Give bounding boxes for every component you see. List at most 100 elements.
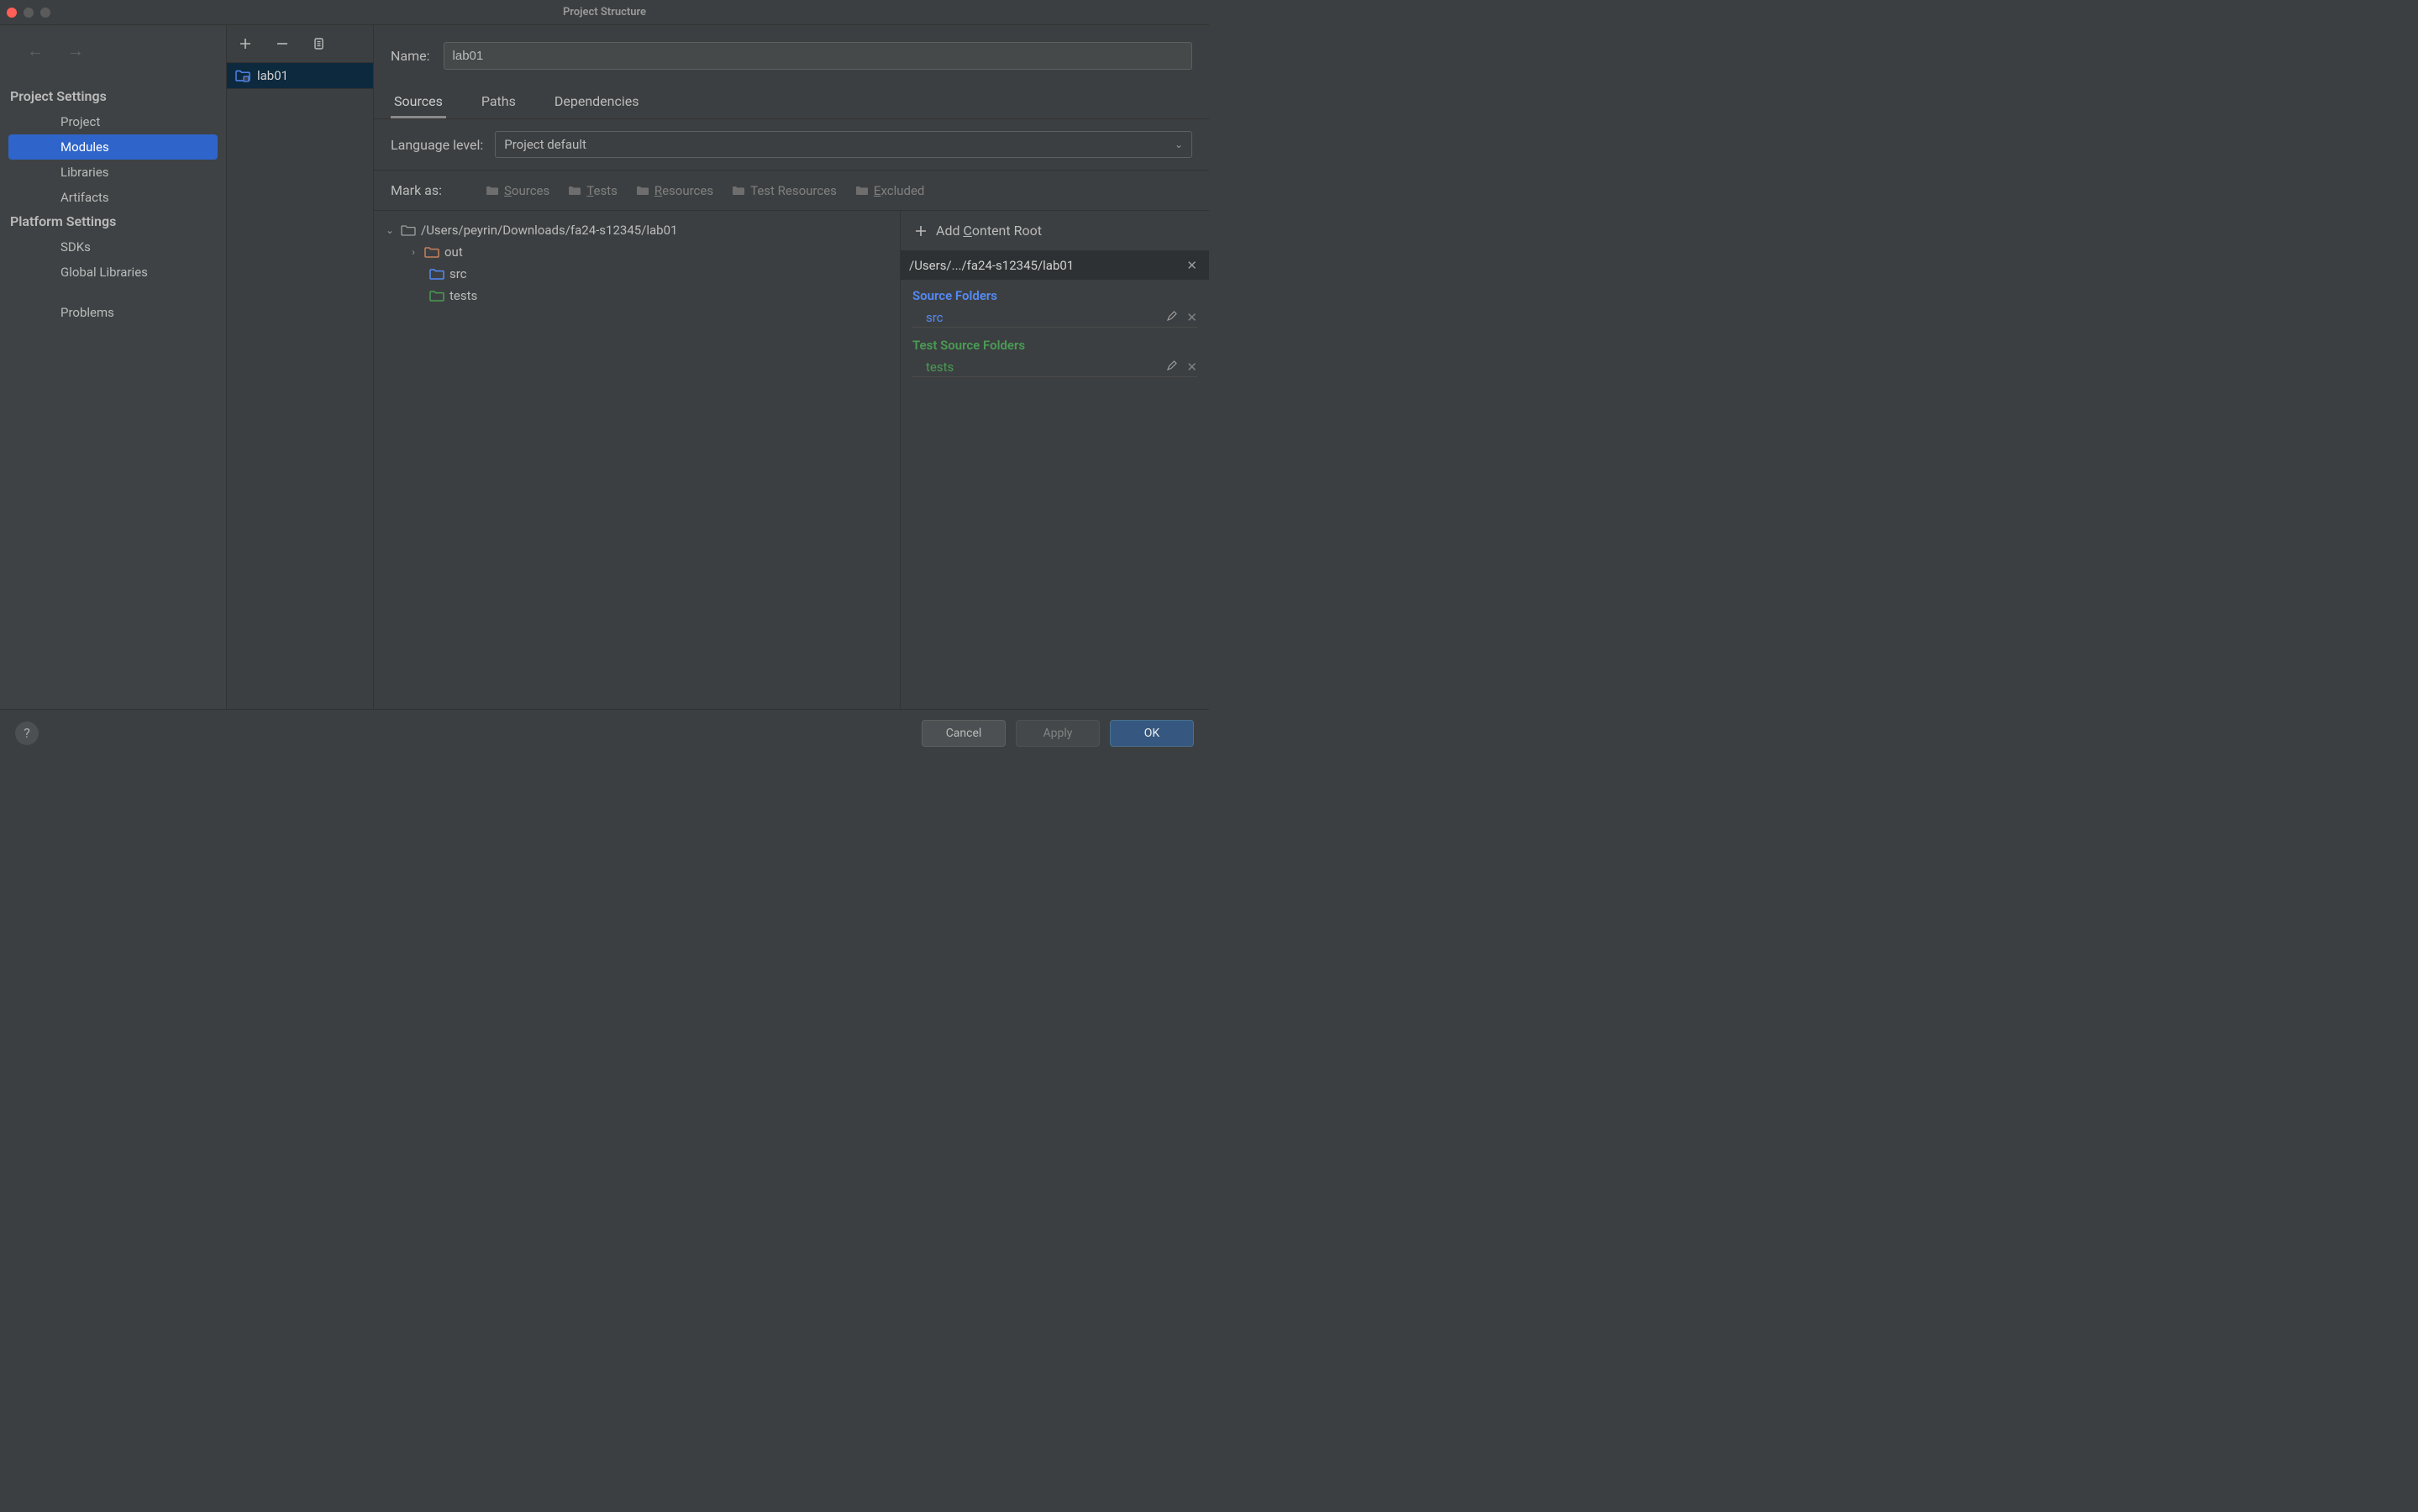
remove-content-root-icon[interactable]: ✕ xyxy=(1183,258,1201,273)
modules-toolbar xyxy=(227,25,373,63)
language-level-value: Project default xyxy=(504,137,586,152)
test-folder-name: tests xyxy=(912,360,954,375)
sidebar-item-libraries[interactable]: Libraries xyxy=(0,160,226,185)
window-controls xyxy=(7,8,50,18)
settings-sidebar: ← → Project Settings Project Modules Lib… xyxy=(0,25,227,709)
folder-icon xyxy=(486,186,499,196)
zoom-window-button[interactable] xyxy=(40,8,50,18)
mark-as-label: Mark as: xyxy=(391,182,442,198)
mark-tests-label: Tests xyxy=(586,183,618,198)
detail-header: Name: Sources Paths Dependencies xyxy=(374,25,1209,119)
mark-excluded-label: Excluded xyxy=(874,183,924,198)
folder-icon xyxy=(429,290,444,302)
mark-resources-label: Resources xyxy=(654,183,713,198)
module-detail-panel: Name: Sources Paths Dependencies Languag… xyxy=(374,25,1209,709)
close-window-button[interactable] xyxy=(7,8,17,18)
tree-item-label: src xyxy=(449,266,467,281)
mark-excluded-button[interactable]: Excluded xyxy=(855,183,924,198)
source-tree-panel: ⌄ /Users/peyrin/Downloads/fa24-s12345/la… xyxy=(374,211,901,709)
module-item-lab01[interactable]: lab01 xyxy=(227,63,373,89)
content-root-path-label: /Users/.../fa24-s12345/lab01 xyxy=(909,258,1074,273)
source-folders-heading: Source Folders xyxy=(912,288,1197,303)
dialog-actions: Cancel Apply OK xyxy=(922,720,1194,747)
module-item-label: lab01 xyxy=(257,68,288,83)
folder-icon xyxy=(855,186,869,196)
remove-folder-icon[interactable]: ✕ xyxy=(1186,310,1197,325)
sidebar-item-project[interactable]: Project xyxy=(0,109,226,134)
tree-collapse-icon[interactable]: ⌄ xyxy=(384,224,396,236)
mark-sources-label: Sources xyxy=(504,183,549,198)
tree-expand-icon[interactable]: › xyxy=(407,246,419,258)
tab-sources[interactable]: Sources xyxy=(391,87,446,118)
apply-button[interactable]: Apply xyxy=(1016,720,1100,747)
mark-test-resources-label: Test Resources xyxy=(750,183,837,198)
language-level-select[interactable]: Project default ⌄ xyxy=(495,131,1192,158)
platform-settings-heading: Platform Settings xyxy=(0,210,226,234)
source-folders-section: Source Folders src ✕ xyxy=(901,280,1209,329)
tree-item-tests[interactable]: tests xyxy=(384,285,890,307)
mark-tests-button[interactable]: Tests xyxy=(568,183,618,198)
titlebar: Project Structure xyxy=(0,0,1209,25)
sidebar-item-modules[interactable]: Modules xyxy=(8,134,218,160)
remove-folder-icon[interactable]: ✕ xyxy=(1186,360,1197,375)
remove-module-icon[interactable] xyxy=(276,37,289,50)
source-folder-name: src xyxy=(912,310,944,325)
modules-list-panel: lab01 xyxy=(227,25,374,709)
forward-arrow-icon[interactable]: → xyxy=(67,40,84,61)
edit-icon[interactable] xyxy=(1166,310,1178,325)
tree-root-row[interactable]: ⌄ /Users/peyrin/Downloads/fa24-s12345/la… xyxy=(384,219,890,241)
sidebar-item-artifacts[interactable]: Artifacts xyxy=(0,185,226,210)
ok-button[interactable]: OK xyxy=(1110,720,1194,747)
test-folders-heading: Test Source Folders xyxy=(912,338,1197,353)
plus-icon xyxy=(914,224,928,238)
sidebar-item-problems[interactable]: Problems xyxy=(0,300,226,325)
source-folder-row[interactable]: src ✕ xyxy=(912,308,1197,328)
help-button[interactable]: ? xyxy=(15,722,39,745)
add-content-root-button[interactable]: Add Content Root xyxy=(901,211,1209,251)
minimize-window-button[interactable] xyxy=(24,8,34,18)
name-input[interactable] xyxy=(444,42,1192,70)
mark-test-resources-button[interactable]: Test Resources xyxy=(732,183,837,198)
sidebar-item-sdks[interactable]: SDKs xyxy=(0,234,226,260)
tree-item-label: tests xyxy=(449,288,477,303)
folder-icon xyxy=(636,186,649,196)
tree-item-label: out xyxy=(444,244,463,260)
chevron-down-icon: ⌄ xyxy=(1175,139,1183,150)
dialog-button-bar: ? Cancel Apply OK xyxy=(0,709,1209,756)
edit-icon[interactable] xyxy=(1166,360,1178,375)
language-level-label: Language level: xyxy=(391,137,483,153)
project-structure-dialog: Project Structure ← → Project Settings P… xyxy=(0,0,1209,756)
sidebar-item-global-libraries[interactable]: Global Libraries xyxy=(0,260,226,285)
mark-sources-button[interactable]: Sources xyxy=(486,183,549,198)
mark-resources-button[interactable]: Resources xyxy=(636,183,713,198)
back-arrow-icon[interactable]: ← xyxy=(27,40,44,61)
test-folders-section: Test Source Folders tests ✕ xyxy=(901,329,1209,379)
content-root-panel: Add Content Root /Users/.../fa24-s12345/… xyxy=(901,211,1209,709)
folder-icon xyxy=(732,186,745,196)
folder-icon xyxy=(401,224,416,236)
language-level-row: Language level: Project default ⌄ xyxy=(374,119,1209,171)
lower-split: ⌄ /Users/peyrin/Downloads/fa24-s12345/la… xyxy=(374,211,1209,709)
folder-row-actions: ✕ xyxy=(1166,360,1197,375)
folder-icon xyxy=(429,268,444,280)
add-content-root-label: Add Content Root xyxy=(936,223,1042,239)
content-area: ← → Project Settings Project Modules Lib… xyxy=(0,25,1209,709)
copy-module-icon[interactable] xyxy=(313,37,326,50)
folder-icon xyxy=(424,246,439,258)
module-folder-icon xyxy=(235,69,250,82)
nav-arrows: ← → xyxy=(0,40,226,85)
tab-paths[interactable]: Paths xyxy=(478,87,519,118)
test-folder-row[interactable]: tests ✕ xyxy=(912,358,1197,377)
tree-item-src[interactable]: src xyxy=(384,263,890,285)
cancel-button[interactable]: Cancel xyxy=(922,720,1006,747)
project-settings-heading: Project Settings xyxy=(0,85,226,109)
add-module-icon[interactable] xyxy=(239,37,252,50)
mark-as-row: Mark as: Sources Tests Resources Test Re… xyxy=(374,171,1209,211)
name-row: Name: xyxy=(391,42,1192,70)
tab-dependencies[interactable]: Dependencies xyxy=(551,87,643,118)
tree-item-out[interactable]: › out xyxy=(384,241,890,263)
name-label: Name: xyxy=(391,48,430,64)
content-root-path-row[interactable]: /Users/.../fa24-s12345/lab01 ✕ xyxy=(901,251,1209,280)
folder-icon xyxy=(568,186,581,196)
tree-root-label: /Users/peyrin/Downloads/fa24-s12345/lab0… xyxy=(421,223,677,238)
